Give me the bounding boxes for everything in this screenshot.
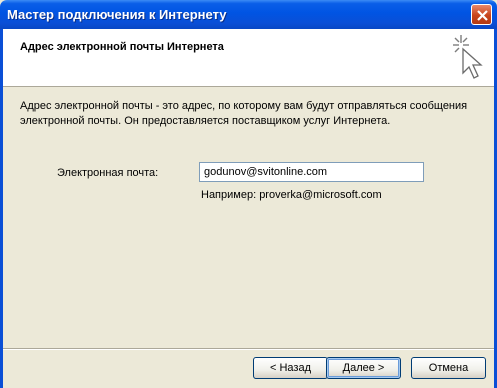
window-title: Мастер подключения к Интернету [7, 7, 227, 22]
close-icon [477, 10, 488, 21]
close-button[interactable] [471, 4, 492, 25]
title-bar[interactable]: Мастер подключения к Интернету [0, 0, 497, 29]
email-label: Электронная почта: [57, 167, 159, 179]
description-text: Адрес электронной почты - это адрес, по … [20, 100, 468, 127]
page-title: Адрес электронной почты Интернета [20, 41, 224, 53]
email-field[interactable] [199, 162, 424, 182]
wizard-header: Адрес электронной почты Интернета [3, 29, 494, 87]
example-hint: Например: proverka@microsoft.com [201, 189, 382, 201]
cancel-button[interactable]: Отмена [411, 357, 486, 379]
footer-divider [3, 348, 494, 350]
wizard-window: Мастер подключения к Интернету Адрес эле… [0, 0, 497, 388]
next-button[interactable]: Далее > [326, 357, 401, 379]
back-button[interactable]: < Назад [253, 357, 328, 379]
wizard-sparkle-cursor-icon [453, 35, 483, 79]
